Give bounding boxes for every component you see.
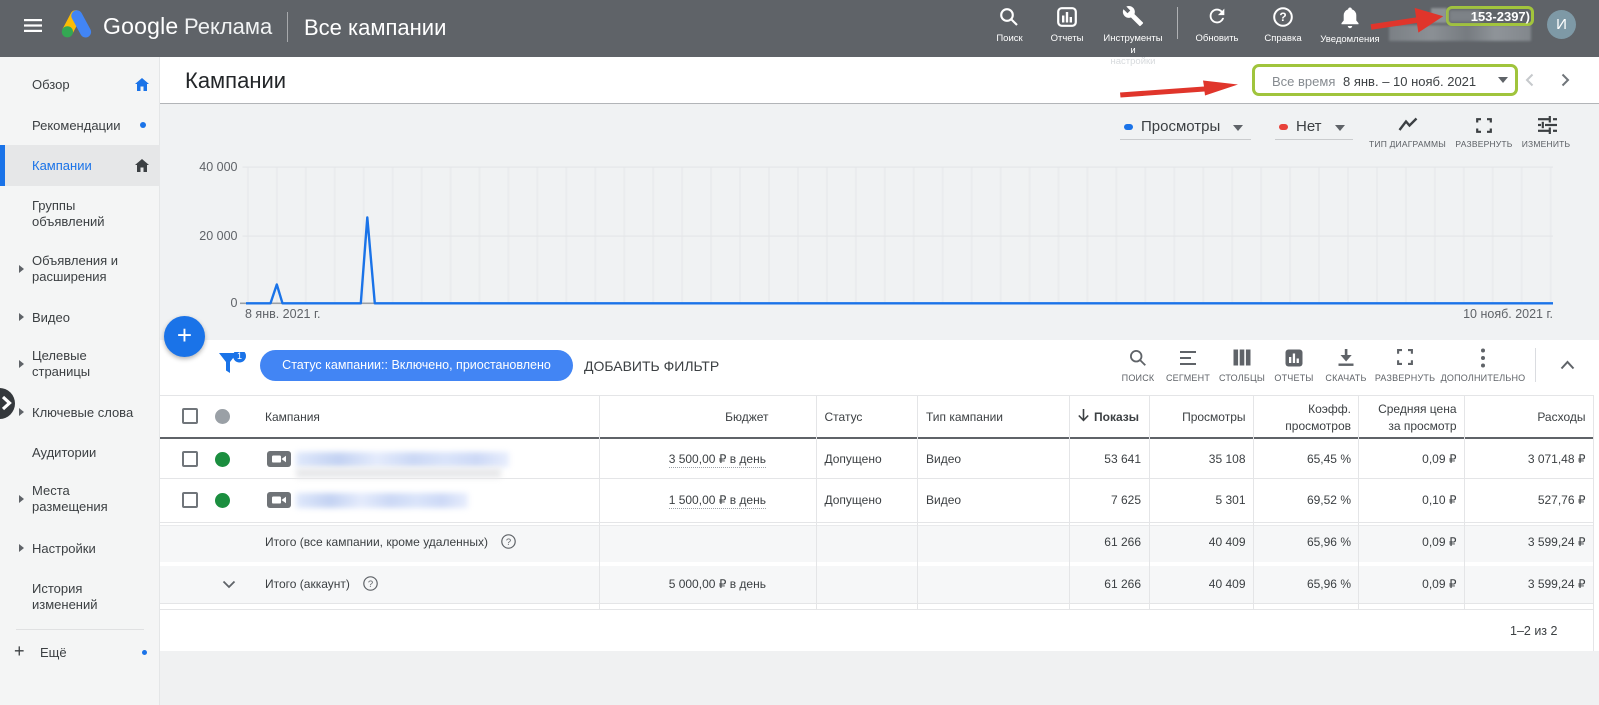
svg-text:?: ? (506, 537, 511, 548)
svg-text:?: ? (1279, 10, 1286, 24)
svg-text:?: ? (368, 579, 373, 590)
svg-text:1: 1 (237, 352, 242, 361)
